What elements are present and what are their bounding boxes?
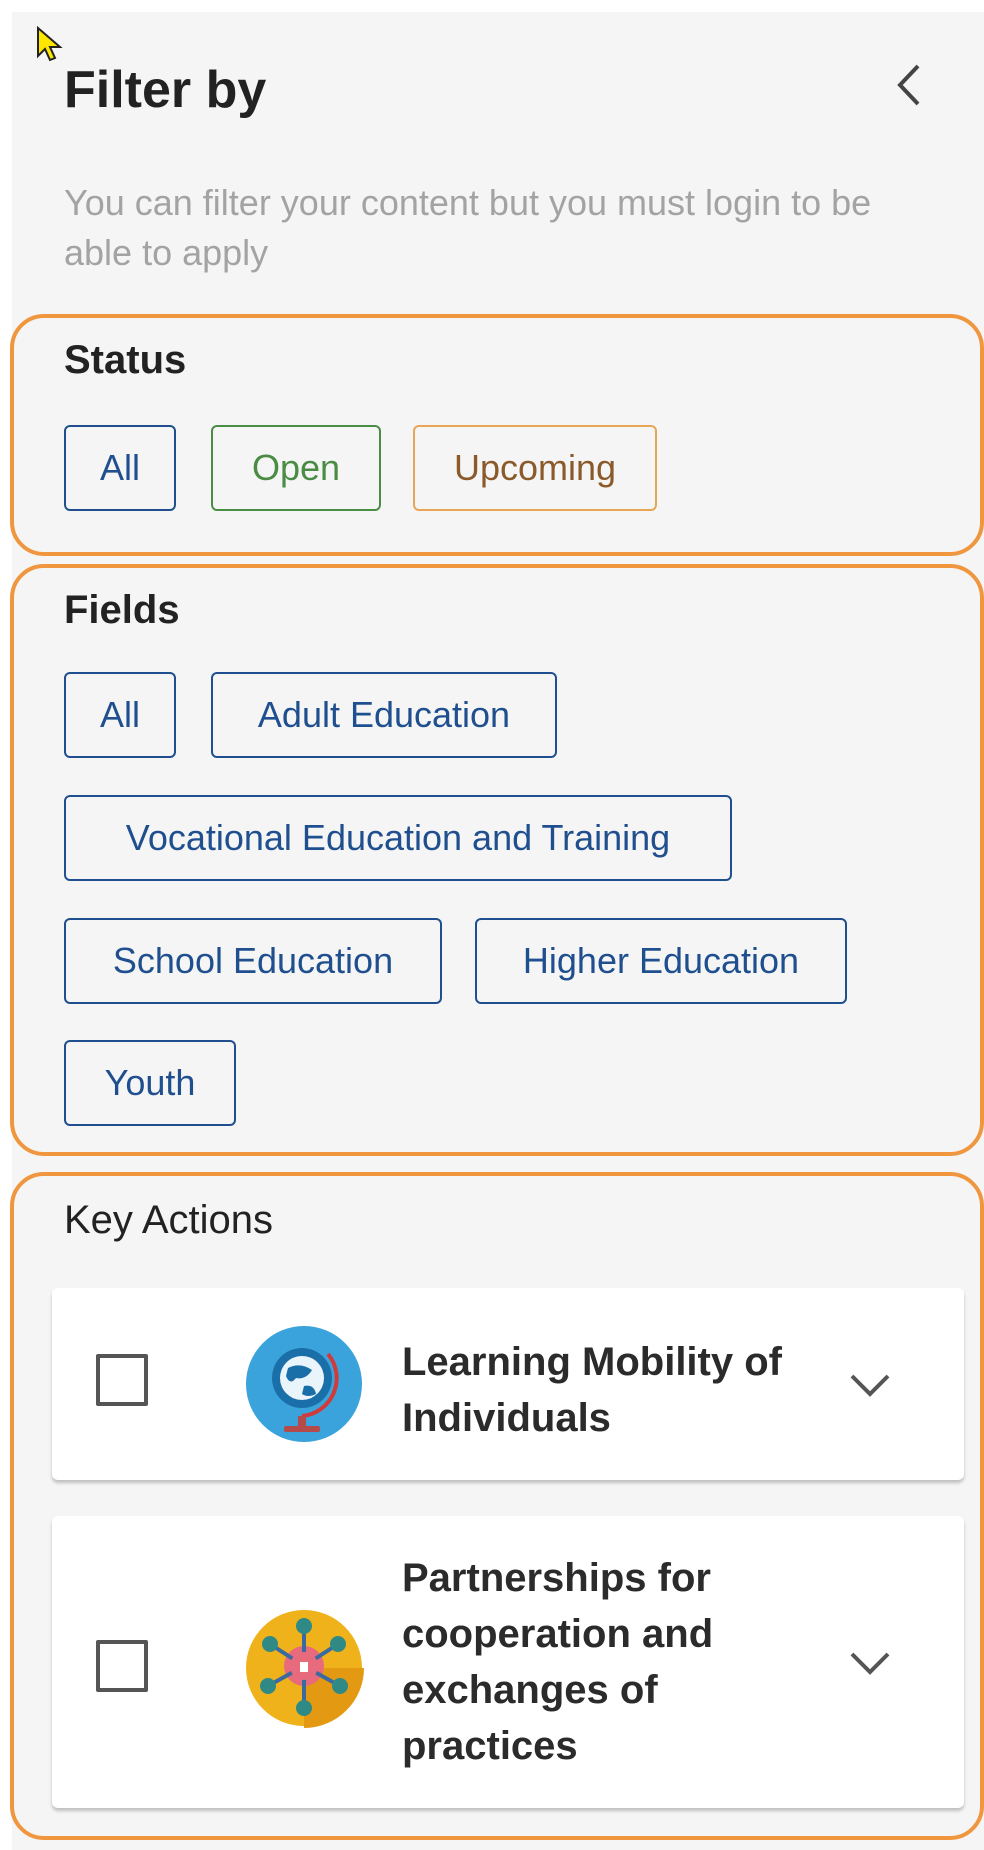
key-action-card: Partnerships for cooperation and exchang… [52,1516,964,1808]
higher-education-chip[interactable]: Higher Education [475,918,847,1004]
key-action-checkbox[interactable] [96,1640,148,1692]
key-action-checkbox[interactable] [96,1354,148,1406]
status-upcoming-chip[interactable]: Upcoming [413,425,657,511]
fields-title: Fields [64,588,180,632]
key-action-card: Learning Mobility of Individuals [52,1288,964,1480]
globe-icon [246,1326,362,1442]
status-all-chip[interactable]: All [64,425,176,511]
chevron-left-icon[interactable] [890,62,930,120]
status-title: Status [64,338,187,382]
mouse-cursor-icon [37,26,63,62]
chevron-down-icon[interactable] [848,1640,892,1684]
key-action-label: Partnerships for cooperation and exchang… [402,1556,714,1768]
key-action-label: Learning Mobility of Individuals [402,1340,782,1440]
chevron-down-icon[interactable] [848,1362,892,1406]
fields-all-chip[interactable]: All [64,672,176,758]
school-education-chip[interactable]: School Education [64,918,442,1004]
panel-subtitle: You can filter your content but you must… [64,182,872,273]
key-actions-title: Key Actions [64,1198,274,1242]
status-open-chip[interactable]: Open [211,425,381,511]
youth-chip[interactable]: Youth [64,1040,236,1126]
panel-title: Filter by [64,61,267,119]
network-icon [246,1610,364,1728]
vocational-education-chip[interactable]: Vocational Education and Training [64,795,732,881]
adult-education-chip[interactable]: Adult Education [211,672,557,758]
